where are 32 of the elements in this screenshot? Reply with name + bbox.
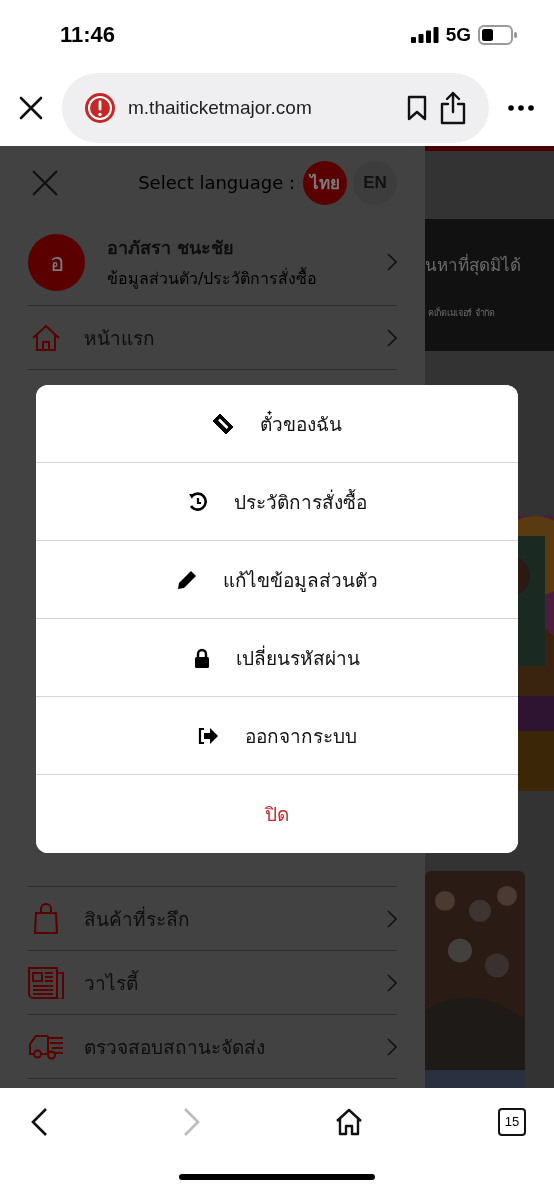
truck-icon <box>28 1033 64 1060</box>
bookmark-icon[interactable] <box>407 95 427 121</box>
chevron-icon <box>387 328 397 347</box>
chevron-icon <box>387 973 397 992</box>
logout-icon <box>197 726 219 745</box>
newspaper-icon <box>28 966 64 999</box>
language-button[interactable]: ไทย <box>303 160 347 205</box>
back-icon[interactable] <box>30 1106 48 1137</box>
share-icon[interactable] <box>439 91 467 125</box>
tab-count-button[interactable]: 15 <box>497 1107 526 1136</box>
close-icon[interactable] <box>19 96 43 120</box>
avatar: อ <box>28 233 85 291</box>
history-icon <box>187 491 208 512</box>
battery-icon <box>478 25 518 45</box>
home-icon[interactable] <box>335 1107 364 1136</box>
lock-icon <box>194 647 210 668</box>
ticket-icon <box>212 412 234 435</box>
banner-title: นหาที่สุดมิได้ <box>425 252 522 278</box>
url-text: m.thaiticketmajor.com <box>128 97 313 119</box>
banner-subtitle: คเก็ตเมเจอร์ จำกัด <box>427 306 496 320</box>
address-bar[interactable]: m.thaiticketmajor.com <box>62 73 489 143</box>
pencil-icon <box>176 569 197 590</box>
language-label: Select language : <box>138 172 295 193</box>
status-time: 11:46 <box>60 22 116 48</box>
chevron-icon <box>387 1037 397 1056</box>
menu-option[interactable]: ตั๋วของฉัน <box>36 385 518 463</box>
chevron-icon <box>387 253 397 271</box>
chevron-icon <box>387 909 397 928</box>
network-label: 5G <box>445 24 471 46</box>
more-icon[interactable] <box>508 105 534 111</box>
warning-icon <box>84 92 116 124</box>
signal-icon <box>410 27 439 43</box>
